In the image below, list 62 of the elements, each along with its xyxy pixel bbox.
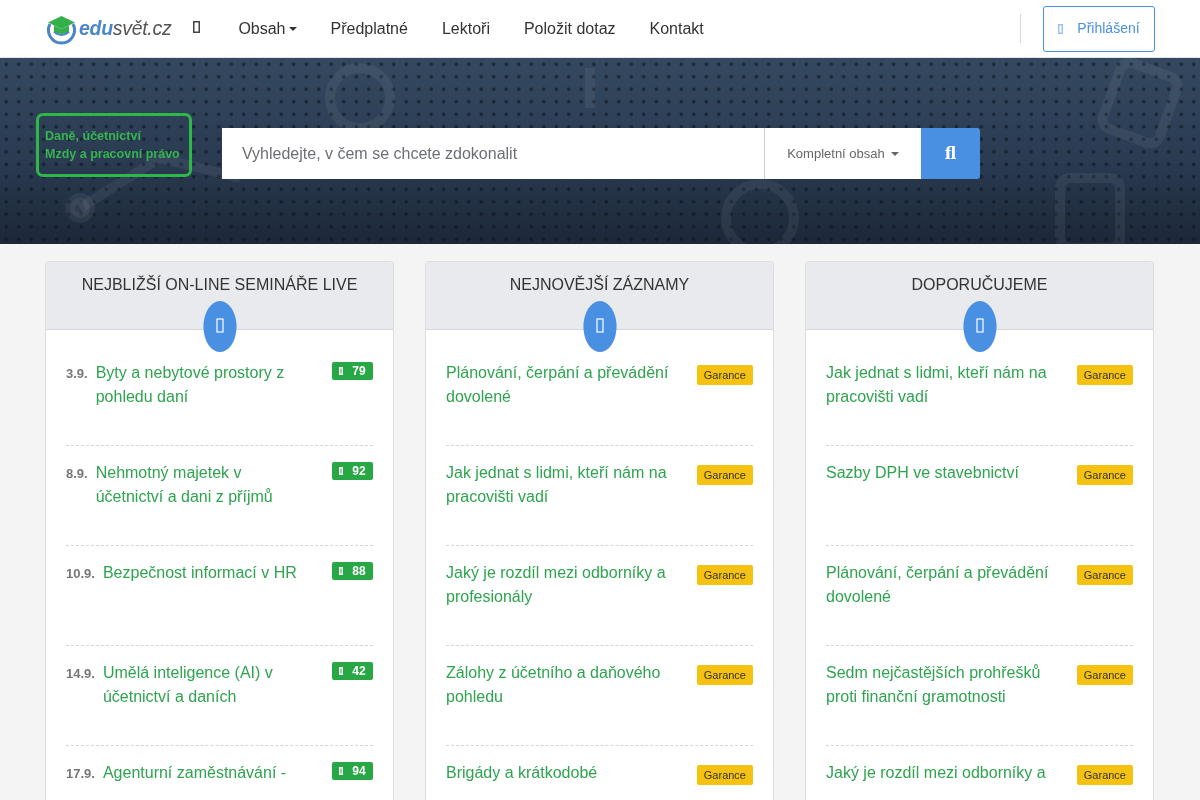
guarantee-label: Garance: [696, 465, 753, 485]
category-label: Daně, účetnictví: [45, 128, 141, 145]
category-label: Mzdy a pracovní právo: [45, 146, 180, 163]
count-value: 79: [352, 363, 366, 380]
site-logo[interactable]: edusvět.cz: [79, 13, 172, 44]
card-title: NEJBLIŽŠÍ ON-LINE SEMINÁŘE LIVE: [80, 275, 359, 295]
search-button[interactable]: fl: [921, 128, 980, 179]
missing-glyph-icon: [339, 667, 344, 675]
missing-glyph-icon[interactable]: [193, 21, 201, 33]
missing-glyph-icon: [339, 367, 344, 375]
seminar-date: 17.9.: [66, 765, 95, 783]
nav-link[interactable]: Položit dotaz: [523, 16, 616, 41]
oval-glyph-icon: [202, 301, 237, 355]
missing-glyph-icon: [339, 767, 344, 775]
search-field[interactable]: Vyhledejte, v čem se chcete zdokonalit: [222, 128, 764, 179]
guarantee-label: Garance: [696, 665, 753, 685]
oval-glyph-icon: [582, 301, 617, 355]
course-link[interactable]: Nehmotný majetek v účetnictví a dani z příjmů: [95, 461, 312, 509]
seminar-date: 14.9.: [66, 665, 95, 683]
nav-link[interactable]: Lektoři: [441, 16, 490, 41]
guarantee-label: Garance: [1076, 465, 1133, 485]
course-link[interactable]: Sazby DPH ve stavebnictví: [826, 461, 1019, 485]
course-link[interactable]: Plánování, čerpání a převádění dovolené: [826, 561, 1057, 609]
course-link[interactable]: Zálohy z účetního a daňového pohledu: [446, 661, 677, 709]
course-link[interactable]: Brigády a krátkodobé: [446, 761, 598, 785]
course-link[interactable]: Plánování, čerpání a převádění dovolené: [446, 361, 677, 409]
course-link[interactable]: Umělá inteligence (AI) v účetnictví a daních: [102, 661, 312, 709]
content-scope-dropdown[interactable]: Kompletní obsah: [764, 128, 921, 179]
guarantee-label: Garance: [1076, 565, 1133, 585]
caret-icon: [890, 151, 899, 156]
course-link[interactable]: Agenturní zaměstnávání -: [102, 761, 287, 785]
login-button[interactable]: Přihlášení: [1043, 5, 1155, 52]
nav-link[interactable]: Předplatné: [330, 16, 408, 41]
missing-glyph-icon: [339, 467, 344, 475]
course-link[interactable]: Byty a nebytové prostory z pohledu daní: [95, 361, 312, 409]
count-value: 88: [352, 563, 366, 580]
guarantee-label: Garance: [696, 765, 753, 785]
card-title: DOPORUČUJEME: [910, 275, 1049, 295]
count-value: 92: [352, 463, 366, 480]
count-value: 94: [352, 763, 366, 780]
guarantee-label: Garance: [1076, 765, 1133, 785]
guarantee-label: Garance: [696, 365, 753, 385]
course-link[interactable]: Jak jednat s lidmi, kteří nám na pracovišti vadí: [446, 461, 677, 509]
oval-glyph-icon: [962, 301, 997, 355]
course-link[interactable]: Jaký je rozdíl mezi odborníky a profesionály: [446, 561, 677, 609]
course-link[interactable]: Bezpečnost informací v HR: [102, 561, 297, 585]
seminar-date: 8.9.: [66, 465, 88, 483]
course-link[interactable]: Jaký je rozdíl mezi odborníky a: [826, 761, 1046, 785]
missing-glyph-icon: [1058, 23, 1064, 34]
guarantee-label: Garance: [696, 565, 753, 585]
guarantee-label: Garance: [1076, 365, 1133, 385]
guarantee-label: Garance: [1076, 665, 1133, 685]
seminar-date: 3.9.: [66, 365, 88, 383]
nav-link[interactable]: Obsah: [238, 16, 297, 41]
count-value: 42: [352, 663, 366, 680]
category-box[interactable]: Daně, účetnictví Mzdy a pracovní právo: [36, 113, 192, 177]
card-title: NEJNOVĚJŠÍ ZÁZNAMY: [508, 275, 691, 295]
missing-glyph-icon: [339, 567, 344, 575]
seminar-date: 10.9.: [66, 565, 95, 583]
course-link[interactable]: Jak jednat s lidmi, kteří nám na pracovišti vadí: [826, 361, 1057, 409]
course-link[interactable]: Sedm nejčastějších prohřešků proti finanční gramotnosti: [826, 661, 1057, 709]
nav-link[interactable]: Kontakt: [649, 16, 704, 41]
